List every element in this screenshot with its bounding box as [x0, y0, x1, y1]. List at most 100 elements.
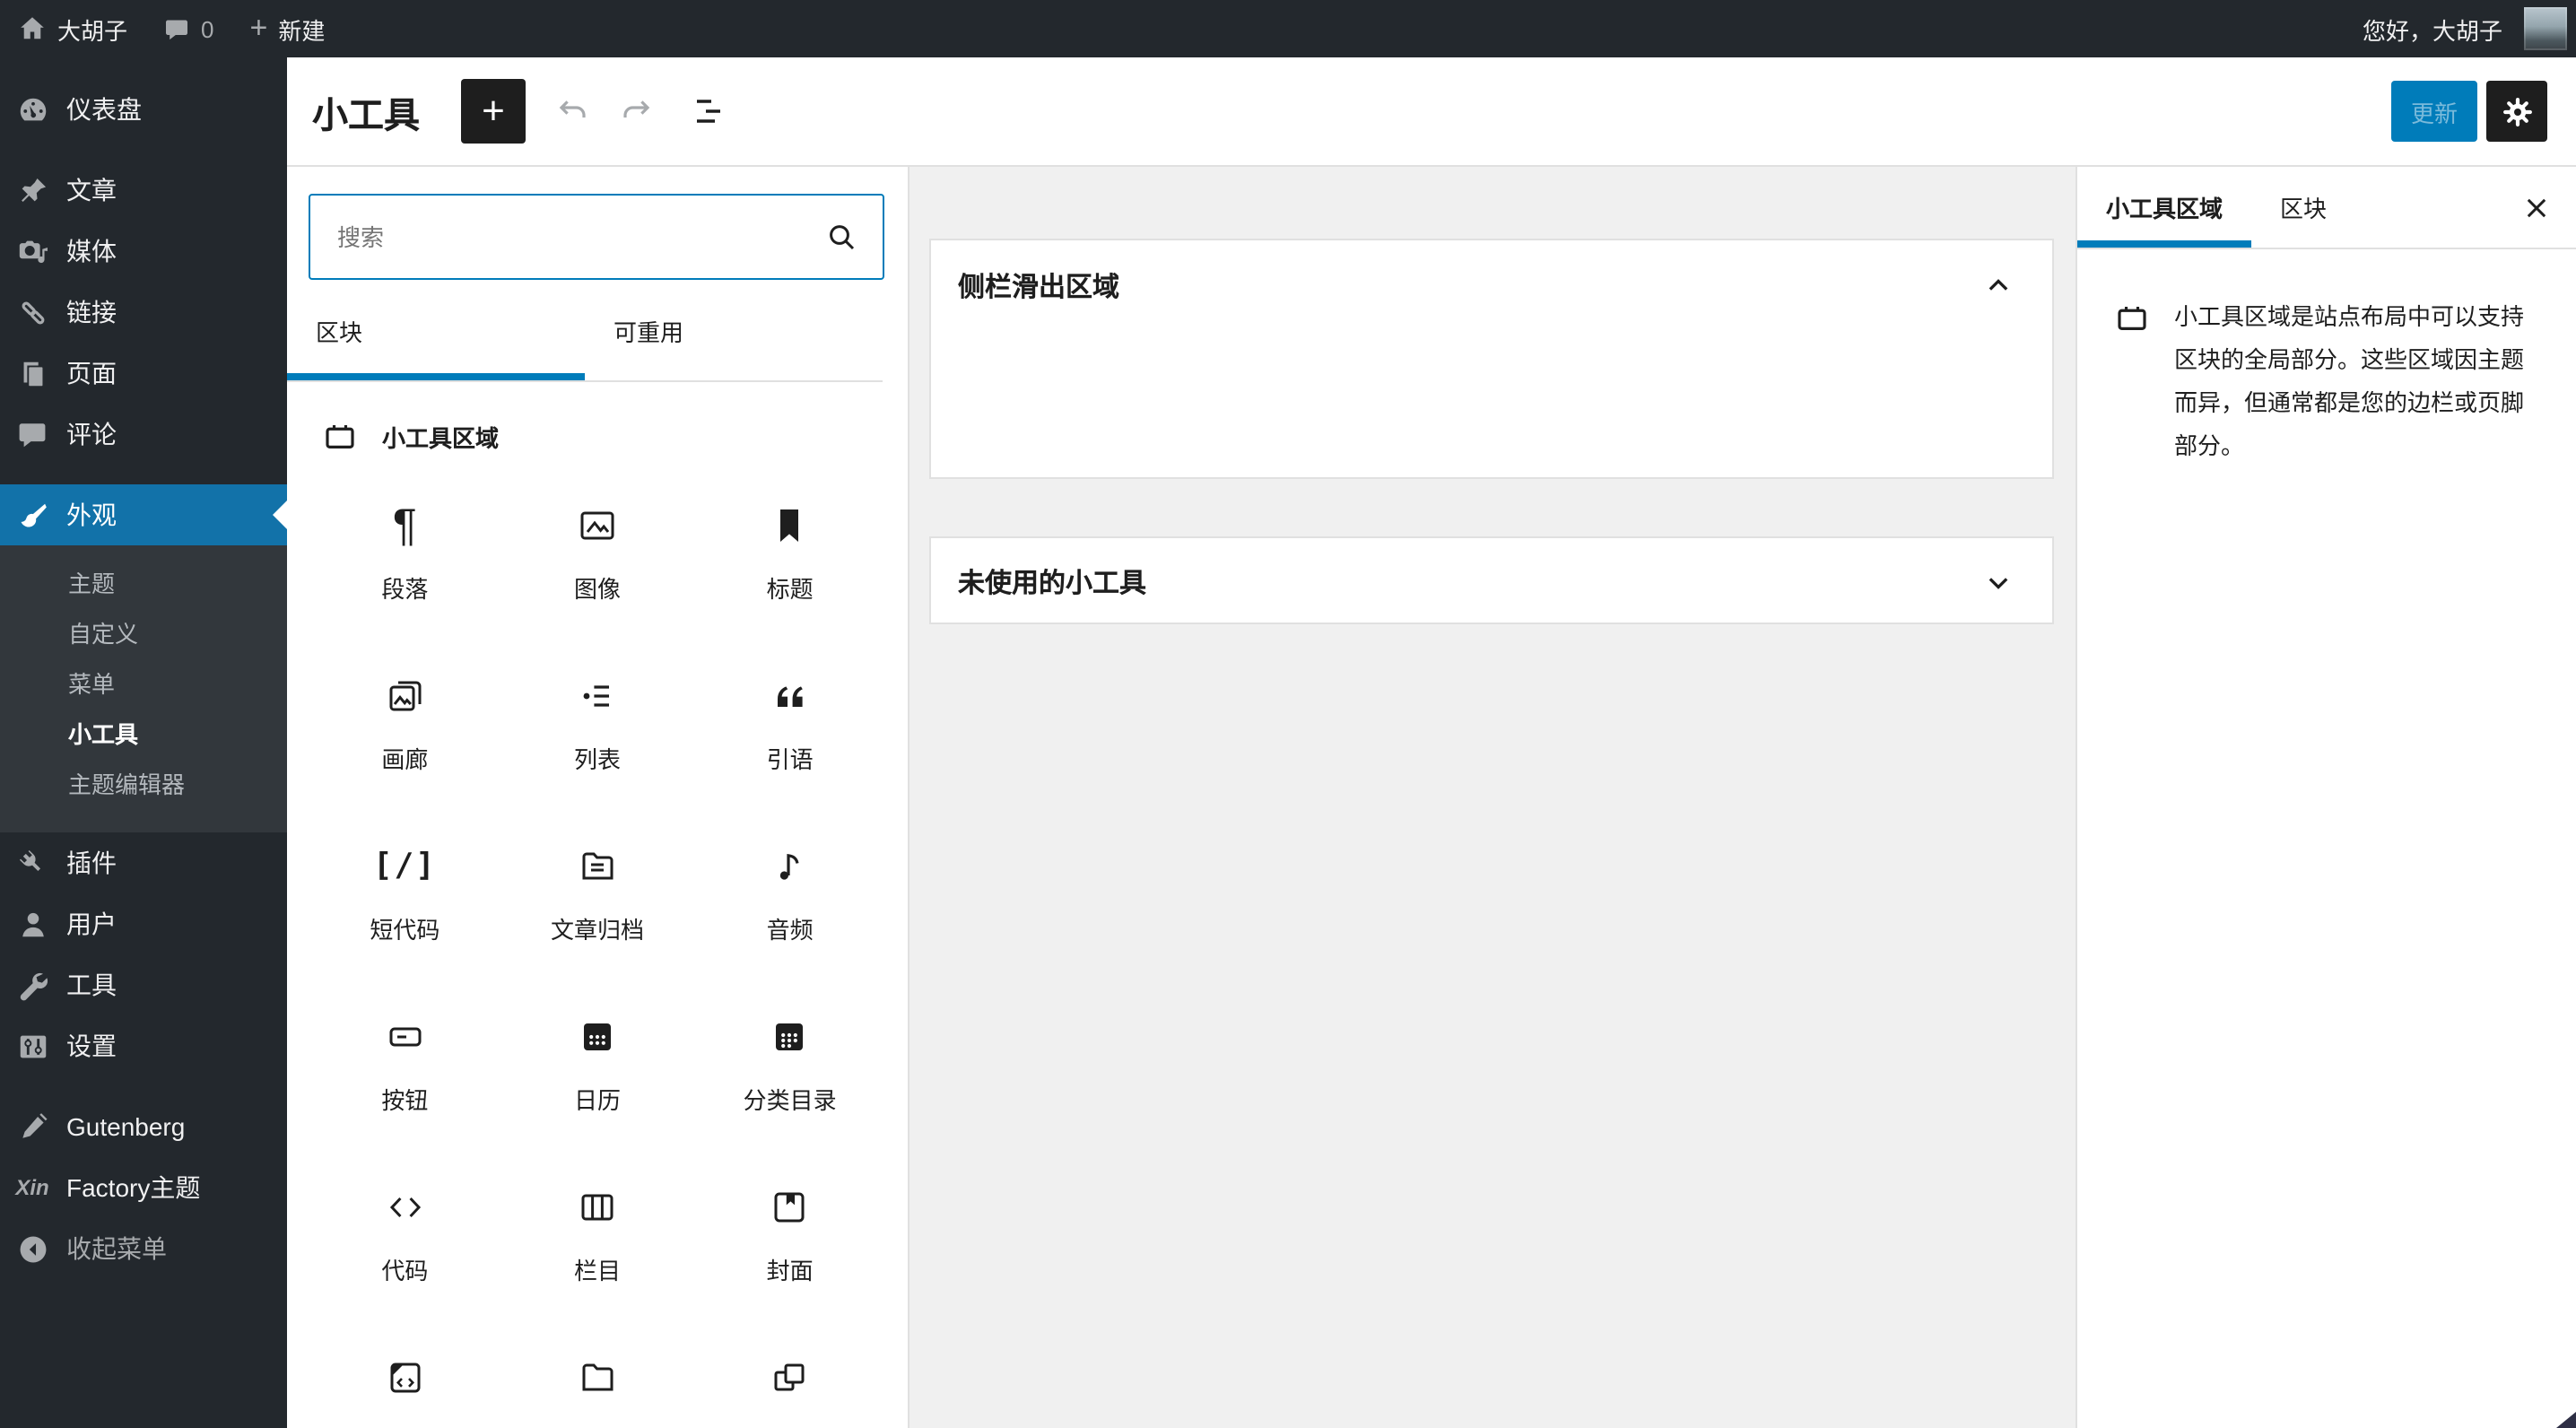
sidebar-item-posts[interactable]: 文章	[0, 160, 287, 221]
redo-button[interactable]	[615, 90, 658, 133]
sidebar-item-label: 工具	[66, 971, 117, 999]
sidebar-subitem-主题编辑器[interactable]: 主题编辑器	[0, 761, 287, 811]
block-item-label: 图像	[573, 576, 621, 603]
block-item-label: 代码	[381, 1258, 429, 1284]
widget-areas-panel: 小工具区域是站点布局中可以支持区块的全局部分。这些区域因主题而异，但通常都是您的…	[2077, 249, 2576, 468]
chevron-down-icon	[1979, 562, 2018, 602]
page-title: 小工具	[312, 96, 420, 135]
tab-widget-areas[interactable]: 小工具区域	[2077, 167, 2251, 248]
admin-bar-new-link[interactable]: + 新建	[232, 0, 344, 57]
sidebar-item-tools[interactable]: 工具	[0, 954, 287, 1015]
categories-icon	[769, 1015, 812, 1058]
update-button[interactable]: 更新	[2390, 81, 2477, 142]
block-item-label: 画廊	[381, 746, 429, 773]
block-item-label: 引语	[766, 746, 814, 773]
settings-toggle-button[interactable]	[2486, 81, 2547, 142]
block-item-label: 按钮	[381, 1087, 429, 1114]
block-item-audio[interactable]: 音频	[693, 809, 886, 980]
block-item-categories[interactable]: 分类目录	[693, 980, 886, 1150]
block-item-label: 音频	[766, 917, 814, 944]
sidebar-item-comments[interactable]: 评论	[0, 404, 287, 465]
gear-icon	[2498, 92, 2536, 130]
inserter-category-header: 小工具区域	[287, 382, 908, 468]
admin-bar-account-link[interactable]: 您好，大胡子	[2345, 0, 2576, 57]
block-item-quote[interactable]: 引语	[693, 639, 886, 809]
sidebar-item-users[interactable]: 用户	[0, 893, 287, 954]
block-grid: ¶ 段落 图像 标题画廊 列表 引语 [/] 短代码 文章归档 音频按钮 日历 分类目录代码 栏目 封面	[287, 468, 908, 1428]
sidebar-item-gutenberg[interactable]: Gutenberg	[0, 1096, 287, 1157]
block-item-archives[interactable]: 文章归档	[501, 809, 694, 980]
sidebar-item-label: 评论	[66, 420, 117, 448]
widget-area-panel-header[interactable]: 侧栏滑出区域	[931, 240, 2052, 330]
image-icon	[576, 504, 619, 547]
widget-area-icon	[2113, 300, 2151, 468]
sidebar-item-pages[interactable]: 页面	[0, 343, 287, 404]
sidebar-item-media[interactable]: 媒体	[0, 221, 287, 282]
sidebar-item-settings[interactable]: 设置	[0, 1015, 287, 1076]
code-icon	[383, 1186, 426, 1229]
block-item-media-text[interactable]	[693, 1320, 886, 1428]
block-item-image[interactable]: 图像	[501, 468, 694, 639]
tab-reusable[interactable]: 可重用	[585, 280, 883, 380]
list-view-button[interactable]	[687, 90, 730, 133]
settings-sidebar: 小工具区域 区块 小工具区域是站点布局中可以支持区块的全局部分。这些区域因主题而…	[2076, 167, 2576, 1428]
sidebar-item-xin[interactable]: Xin Factory主题	[0, 1157, 287, 1218]
sidebar-subitem-小工具[interactable]: 小工具	[0, 710, 287, 761]
sidebar-item-label: 收起菜单	[66, 1234, 167, 1263]
block-item-cover[interactable]: 封面	[693, 1150, 886, 1320]
block-item-file[interactable]	[501, 1320, 694, 1428]
sidebar-item-appearance[interactable]: 外观	[0, 484, 287, 545]
sidebar-item-links[interactable]: 链接	[0, 282, 287, 343]
tab-blocks[interactable]: 区块	[287, 280, 585, 380]
widget-area-title: 侧栏滑出区域	[958, 272, 1120, 302]
block-item-list[interactable]: 列表	[501, 639, 694, 809]
admin-bar-site-link[interactable]: 大胡子	[0, 0, 145, 57]
button-icon	[383, 1015, 426, 1058]
custom-html-icon	[383, 1356, 426, 1399]
heading-icon	[769, 504, 812, 547]
close-sidebar-button[interactable]	[2497, 167, 2576, 248]
sidebar-item-label: 插件	[66, 849, 117, 877]
archives-icon	[576, 845, 619, 888]
block-item-label: 栏目	[573, 1258, 621, 1284]
block-item-custom-html[interactable]	[309, 1320, 501, 1428]
gutenberg-icon	[14, 1109, 50, 1145]
undo-button[interactable]	[551, 90, 594, 133]
block-item-shortcode[interactable]: [/] 短代码	[309, 809, 501, 980]
block-item-gallery[interactable]: 画廊	[309, 639, 501, 809]
block-item-heading[interactable]: 标题	[693, 468, 886, 639]
sidebar-item-plugins[interactable]: 插件	[0, 832, 287, 893]
new-label: 新建	[278, 17, 326, 44]
admin-bar: 大胡子 0 + 新建 您好，大胡子	[0, 0, 2576, 57]
inserter-tabs: 区块 可重用	[287, 280, 883, 382]
sidebar-item-label: 仪表盘	[66, 95, 142, 124]
site-name: 大胡子	[57, 17, 128, 44]
sidebar-item-collapse[interactable]: 收起菜单	[0, 1218, 287, 1279]
paragraph-icon: ¶	[392, 501, 417, 551]
block-search-input[interactable]	[309, 194, 884, 280]
block-item-code[interactable]: 代码	[309, 1150, 501, 1320]
plugins-icon	[14, 845, 50, 881]
sidebar-subitem-菜单[interactable]: 菜单	[0, 660, 287, 710]
users-icon	[14, 906, 50, 942]
tab-block[interactable]: 区块	[2251, 167, 2355, 248]
editor-body: 区块 可重用 小工具区域 ¶ 段落 图像 标题画廊 列表 引语 [/] 短代码 文章归档 音频按钮…	[287, 167, 2576, 1428]
sidebar-subitem-自定义[interactable]: 自定义	[0, 610, 287, 660]
comments-icon	[14, 416, 50, 452]
block-item-label: 文章归档	[550, 917, 644, 944]
sidebar-item-label: Gutenberg	[66, 1112, 186, 1141]
sidebar-item-dashboard[interactable]: 仪表盘	[0, 79, 287, 140]
block-item-calendar[interactable]: 日历	[501, 980, 694, 1150]
gallery-icon	[383, 675, 426, 718]
sidebar-item-label: 页面	[66, 359, 117, 387]
sidebar-item-label: 文章	[66, 176, 117, 205]
block-item-label: 列表	[573, 746, 621, 773]
avatar	[2524, 7, 2567, 50]
block-item-paragraph[interactable]: ¶ 段落	[309, 468, 501, 639]
widget-area-panel-header[interactable]: 未使用的小工具	[931, 538, 2052, 626]
sidebar-subitem-主题[interactable]: 主题	[0, 560, 287, 610]
admin-bar-comments-link[interactable]: 0	[145, 0, 231, 57]
block-item-button[interactable]: 按钮	[309, 980, 501, 1150]
block-inserter-toggle-button[interactable]: +	[461, 79, 526, 144]
block-item-columns[interactable]: 栏目	[501, 1150, 694, 1320]
